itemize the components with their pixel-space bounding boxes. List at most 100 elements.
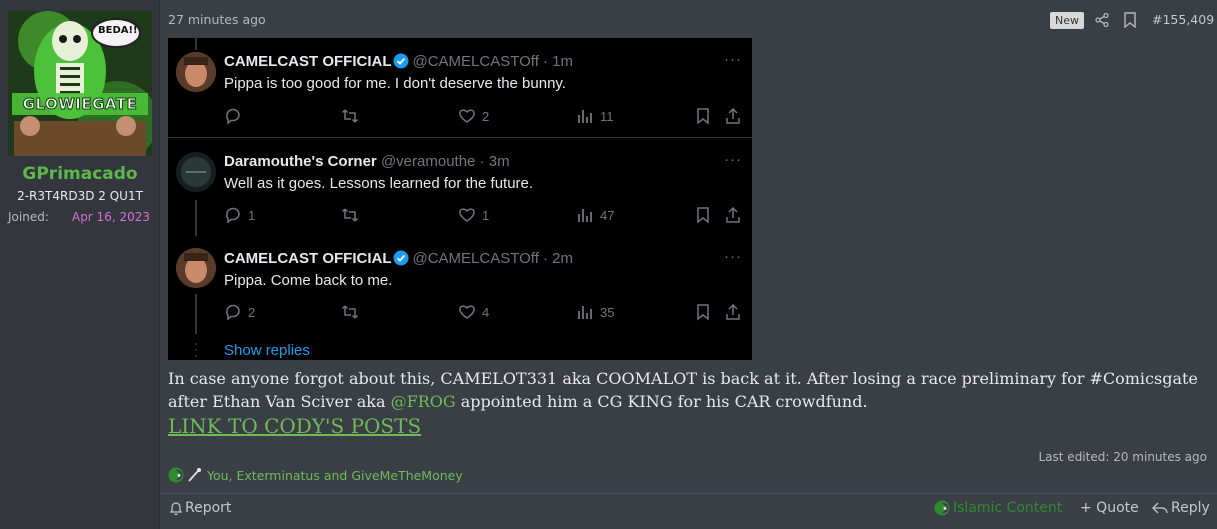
tweet-more-button[interactable]: ··· bbox=[724, 51, 742, 68]
retweet-icon bbox=[341, 109, 359, 123]
tweet-handle: @veramouthe · 3m bbox=[380, 153, 510, 170]
star-crescent-icon bbox=[934, 500, 950, 516]
tweet-retweet-button[interactable] bbox=[341, 303, 359, 321]
views-icon bbox=[578, 306, 592, 319]
retweet-icon bbox=[341, 208, 359, 222]
tweet-author[interactable]: CAMELCAST OFFICIAL @CAMELCASTOff · 1m bbox=[224, 53, 573, 70]
views-count: 11 bbox=[600, 108, 614, 124]
views-icon bbox=[578, 110, 592, 123]
heart-icon bbox=[459, 109, 475, 123]
tweet-like-button[interactable]: 2 bbox=[458, 107, 489, 125]
thread-line bbox=[195, 294, 197, 334]
reactions-bar[interactable]: You, Exterminatus and GiveMeTheMoney bbox=[168, 467, 463, 483]
new-badge: New bbox=[1050, 12, 1084, 29]
reply-count: 1 bbox=[248, 207, 256, 223]
tweet-reply-button[interactable]: 1 bbox=[224, 206, 255, 224]
thread-dots-icon bbox=[195, 343, 197, 357]
retweet-icon bbox=[341, 305, 359, 319]
reply-count: 2 bbox=[248, 304, 256, 320]
post-main: 27 minutes ago New #155,409 CAMELCAST OF… bbox=[160, 0, 1217, 529]
tweet-author[interactable]: CAMELCAST OFFICIAL @CAMELCASTOff · 2m bbox=[224, 250, 573, 267]
reply-icon bbox=[226, 304, 240, 321]
user-title: 2-R3T4RD3D 2 QU1T bbox=[17, 189, 143, 203]
star-crescent-icon bbox=[168, 467, 184, 483]
tweet-author-name: CAMELCAST OFFICIAL bbox=[224, 250, 392, 267]
joined-date: Apr 16, 2023 bbox=[71, 210, 150, 224]
tweet-item[interactable]: CAMELCAST OFFICIAL @CAMELCASTOff · 1m ···… bbox=[168, 38, 752, 137]
tweet-reply-button[interactable] bbox=[224, 107, 248, 125]
tweet-avatar[interactable] bbox=[176, 52, 216, 92]
upload-icon[interactable] bbox=[724, 107, 742, 125]
last-edited[interactable]: Last edited: 20 minutes ago bbox=[1039, 450, 1208, 464]
avatar-speech-text: BEDA!! bbox=[98, 25, 138, 36]
report-button[interactable]: Report bbox=[170, 500, 231, 516]
avatar-banner-text: GLOWIEGATE bbox=[22, 95, 138, 114]
user-avatar[interactable]: BEDA!! GLOWIEGATE bbox=[8, 11, 152, 156]
tweet-views[interactable]: 47 bbox=[576, 206, 614, 224]
reply-button[interactable]: Reply bbox=[1152, 500, 1210, 516]
post-body-text: appointed him a CG KING for his CAR crow… bbox=[455, 392, 868, 411]
tweet-text: Pippa. Come back to me. bbox=[224, 272, 393, 289]
bell-icon bbox=[170, 502, 182, 515]
like-count: 2 bbox=[482, 108, 490, 124]
user-mention-link[interactable]: @FROG bbox=[391, 392, 456, 411]
heart-icon bbox=[459, 208, 475, 222]
tweet-text: Pippa is too good for me. I don't deserv… bbox=[224, 75, 566, 92]
tweet-handle: @CAMELCASTOff · 1m bbox=[412, 53, 574, 70]
reply-arrow-icon bbox=[1152, 502, 1168, 514]
reply-label: Reply bbox=[1171, 500, 1210, 516]
like-count: 1 bbox=[482, 207, 490, 223]
tweet-text: Well as it goes. Lessons learned for the… bbox=[224, 175, 534, 192]
like-count: 4 bbox=[482, 304, 490, 320]
tweet-avatar[interactable] bbox=[176, 152, 216, 192]
tweet-item[interactable]: CAMELCAST OFFICIAL @CAMELCASTOff · 2m ···… bbox=[168, 236, 752, 342]
tweet-bookmark-icon[interactable] bbox=[694, 206, 712, 224]
tweet-avatar[interactable] bbox=[176, 248, 216, 288]
post-time[interactable]: 27 minutes ago bbox=[168, 12, 266, 27]
joined-label: Joined: bbox=[8, 210, 49, 224]
quote-button[interactable]: + Quote bbox=[1080, 500, 1139, 516]
bookmark-icon[interactable] bbox=[1123, 12, 1137, 28]
tweet-retweet-button[interactable] bbox=[341, 206, 359, 224]
tweet-author[interactable]: Daramouthe's Corner @veramouthe · 3m bbox=[224, 153, 510, 170]
tweet-author-name: Daramouthe's Corner bbox=[224, 153, 377, 170]
username[interactable]: GPrimacado bbox=[0, 164, 160, 184]
tweet-views[interactable]: 35 bbox=[576, 303, 614, 321]
tweet-embed[interactable]: CAMELCAST OFFICIAL @CAMELCASTOff · 1m ···… bbox=[168, 38, 752, 360]
islamic-content-button[interactable]: Islamic Content bbox=[934, 500, 1062, 516]
tweet-more-button[interactable]: ··· bbox=[724, 248, 742, 265]
islamic-content-label: Islamic Content bbox=[953, 500, 1063, 516]
user-sidebar: BEDA!! GLOWIEGATE GPrimacado 2-R3T4RD3D … bbox=[0, 0, 160, 529]
post-number[interactable]: #155,409 bbox=[1152, 12, 1214, 27]
reactions-list[interactable]: You, Exterminatus and GiveMeTheMoney bbox=[207, 468, 463, 483]
tweet-bookmark-icon[interactable] bbox=[694, 303, 712, 321]
footer-divider bbox=[160, 493, 1217, 494]
tweet-reply-button[interactable]: 2 bbox=[224, 303, 255, 321]
tweet-retweet-button[interactable] bbox=[341, 107, 359, 125]
verified-badge-icon bbox=[393, 250, 409, 266]
views-count: 35 bbox=[600, 304, 615, 320]
reply-icon bbox=[226, 108, 240, 125]
wand-icon bbox=[188, 468, 201, 482]
report-label: Report bbox=[185, 500, 232, 516]
upload-icon[interactable] bbox=[724, 206, 742, 224]
show-replies-link[interactable]: Show replies bbox=[224, 342, 310, 359]
upload-icon[interactable] bbox=[724, 303, 742, 321]
post-body: In case anyone forgot about this, CAMELO… bbox=[168, 367, 1208, 413]
tweet-item[interactable]: Daramouthe's Corner @veramouthe · 3m ···… bbox=[168, 138, 752, 236]
tweet-more-button[interactable]: ··· bbox=[724, 151, 742, 168]
heart-icon bbox=[459, 305, 475, 319]
tweet-handle: @CAMELCASTOff · 2m bbox=[412, 250, 574, 267]
tweet-author-name: CAMELCAST OFFICIAL bbox=[224, 53, 392, 70]
reply-icon bbox=[226, 207, 240, 224]
cody-posts-link[interactable]: LINK TO CODY'S POSTS bbox=[168, 414, 421, 438]
tweet-views[interactable]: 11 bbox=[576, 107, 614, 125]
thread-line bbox=[195, 200, 197, 236]
tweet-like-button[interactable]: 1 bbox=[458, 206, 489, 224]
views-count: 47 bbox=[600, 207, 615, 223]
tweet-bookmark-icon[interactable] bbox=[694, 107, 712, 125]
verified-badge-icon bbox=[393, 53, 409, 69]
share-icon[interactable] bbox=[1094, 12, 1110, 28]
views-icon bbox=[578, 209, 592, 222]
tweet-like-button[interactable]: 4 bbox=[458, 303, 489, 321]
